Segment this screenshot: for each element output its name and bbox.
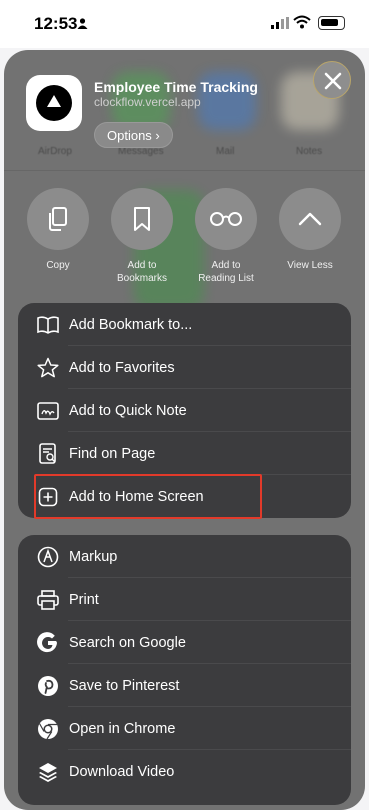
glasses-icon [210,212,242,226]
add-to-quick-note-item[interactable]: Add to Quick Note [18,389,351,432]
layers-icon [37,761,59,783]
options-button[interactable]: Options › [94,122,173,148]
app-title: Employee Time Tracking [94,79,258,95]
add-bookmark-to-label: Add Bookmark to... [69,316,193,333]
copy-icon [49,207,67,231]
print-label: Print [69,591,99,608]
share-sheet: AirDrop Messages Mail Notes Employee Tim… [4,50,365,810]
person-icon [77,18,88,29]
add-to-bookmarks-action[interactable]: Add to Bookmarks [109,188,175,285]
search-on-google-label: Search on Google [69,634,186,651]
find-on-page-item[interactable]: Find on Page [18,432,351,475]
pinterest-icon [37,675,59,697]
app-icon [26,75,82,131]
star-icon [37,357,59,379]
app-url: clockflow.vercel.app [94,95,201,109]
book-icon [37,314,59,336]
print-item[interactable]: Print [18,578,351,621]
chevron-up-icon [298,212,322,226]
view-less-action[interactable]: View Less [277,188,343,272]
header-divider [4,170,365,171]
close-button[interactable] [313,61,351,99]
download-video-label: Download Video [69,763,175,780]
add-bookmark-to-item[interactable]: Add Bookmark to... [18,303,351,346]
add-to-quick-note-label: Add to Quick Note [69,402,187,419]
markup-label: Markup [69,548,118,565]
status-bar: 12:53 [0,0,369,48]
chrome-icon [37,718,59,740]
cellular-signal-icon [271,17,289,29]
highlight-box [34,474,262,519]
notes-ghost-label: Notes [296,146,323,157]
wifi-icon [293,15,311,29]
add-to-reading-list-action[interactable]: Add to Reading List [193,188,259,285]
status-time: 12:53 [34,14,78,33]
menu-group-2: Markup Print Search on Google Save to Pi… [18,535,351,805]
markup-icon [37,546,59,568]
close-icon [324,72,342,90]
open-in-chrome-label: Open in Chrome [69,720,176,737]
google-icon [37,631,59,654]
add-to-favorites-label: Add to Favorites [69,359,175,376]
save-to-pinterest-item[interactable]: Save to Pinterest [18,664,351,707]
bookmark-icon [134,207,150,231]
add-to-bookmarks-label: Add to Bookmarks [116,260,167,284]
battery-icon [318,16,345,30]
find-on-page-label: Find on Page [69,445,156,462]
copy-action[interactable]: Copy [25,188,91,272]
airdrop-ghost-label: AirDrop [38,146,72,157]
mail-ghost-label: Mail [216,146,235,157]
printer-icon [37,589,59,611]
find-page-icon [37,442,59,465]
quick-note-icon [37,400,59,422]
add-to-reading-list-label: Add to Reading List [198,260,254,284]
search-on-google-item[interactable]: Search on Google [18,621,351,664]
markup-item[interactable]: Markup [18,535,351,578]
add-to-favorites-item[interactable]: Add to Favorites [18,346,351,389]
save-to-pinterest-label: Save to Pinterest [69,677,180,694]
open-in-chrome-item[interactable]: Open in Chrome [18,707,351,750]
copy-label: Copy [46,260,70,271]
download-video-item[interactable]: Download Video [18,750,351,793]
view-less-label: View Less [287,260,333,271]
